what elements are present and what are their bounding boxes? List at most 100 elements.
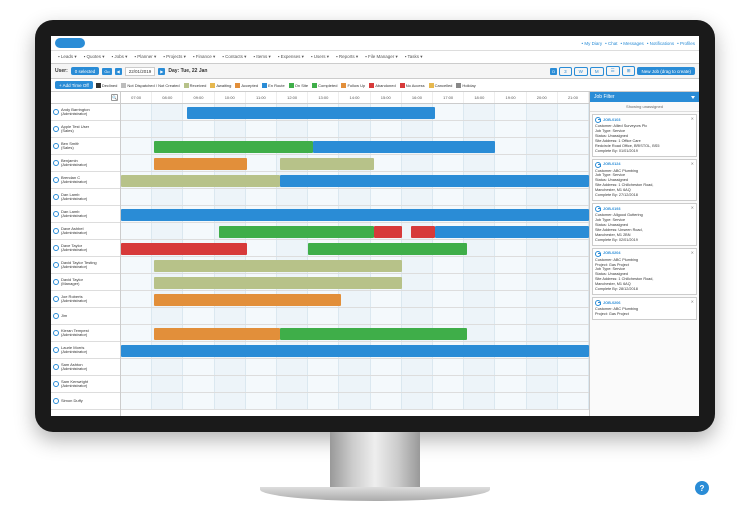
job-card[interactable]: ✕JOB-0103Customer: Allied Surveyors PlcJ… (592, 114, 697, 157)
user-row[interactable]: Laurie Morris(Administrator) (51, 342, 120, 359)
mainnav-item[interactable]: ▪ Projects ▾ (160, 53, 189, 61)
search-icon[interactable]: 🔍 (111, 94, 118, 101)
schedule-bar[interactable] (121, 345, 589, 357)
user-row[interactable]: Sam Kenwright(Administrator) (51, 376, 120, 393)
mainnav-item[interactable]: ▪ Expenses ▾ (275, 53, 307, 61)
user-row[interactable]: Ben Smith(Sales) (51, 138, 120, 155)
user-row[interactable]: Sam Ashton(Administrator) (51, 359, 120, 376)
user-row[interactable]: Dave Ashbel(Administrator) (51, 223, 120, 240)
topnav-link[interactable]: • Notifications (647, 41, 674, 46)
close-icon[interactable]: ✕ (691, 161, 694, 166)
filter-icon[interactable] (691, 96, 695, 99)
close-icon[interactable]: ✕ (691, 205, 694, 210)
grid-row[interactable] (121, 138, 589, 155)
grid-row[interactable] (121, 376, 589, 393)
user-row[interactable]: Benjamin(Administrator) (51, 155, 120, 172)
new-job-button[interactable]: New Job (drag to create) (637, 67, 695, 75)
topnav-link[interactable]: • Chat (605, 41, 617, 46)
mainnav-item[interactable]: ▪ Users ▾ (308, 53, 332, 61)
schedule-bar[interactable] (374, 226, 402, 238)
schedule-bar[interactable] (435, 226, 589, 238)
topnav-link[interactable]: • Profiles (677, 41, 695, 46)
user-row[interactable]: Simon Duffy (51, 393, 120, 410)
topnav-link[interactable]: • Messages (620, 41, 643, 46)
grid-row[interactable] (121, 240, 589, 257)
user-row[interactable]: Dan Lamb(Administrator) (51, 206, 120, 223)
view-day-button[interactable]: D (550, 68, 557, 75)
schedule-bar[interactable] (313, 141, 496, 153)
mainnav-item[interactable]: ▪ Leads ▾ (55, 53, 80, 61)
view-3day-button[interactable]: 3 (559, 67, 572, 76)
grid-row[interactable] (121, 342, 589, 359)
topnav-link[interactable]: • My Diary (582, 41, 603, 46)
grid-row[interactable] (121, 291, 589, 308)
mainnav-item[interactable]: ▪ Planner ▾ (131, 53, 159, 61)
grid-row[interactable] (121, 325, 589, 342)
schedule-bar[interactable] (187, 107, 435, 119)
schedule-bar[interactable] (121, 209, 589, 221)
grid-row[interactable] (121, 274, 589, 291)
timeline[interactable]: 07:0008:0009:0010:0011:0012:0013:0014:00… (121, 92, 589, 416)
schedule-bar[interactable] (154, 277, 402, 289)
job-card[interactable]: ✕JOB-0206Customer: ABC PlumbingProject: … (592, 297, 697, 320)
mainnav-item[interactable]: ▪ File Manager ▾ (362, 53, 401, 61)
user-row[interactable]: Dan Lamb(Administrator) (51, 189, 120, 206)
user-select-button[interactable]: 0 selected (71, 67, 100, 75)
add-time-off-button[interactable]: + Add Time Off (55, 81, 93, 89)
schedule-bar[interactable] (154, 141, 313, 153)
grid-row[interactable] (121, 393, 589, 410)
user-row[interactable]: Jim (51, 308, 120, 325)
job-card[interactable]: ✕JOB-0124Customer: ABC PlumbingJob Type:… (592, 159, 697, 202)
grid-row[interactable] (121, 172, 589, 189)
user-row[interactable]: Joe Roberts(Administrator) (51, 291, 120, 308)
mainnav-item[interactable]: ▪ Tasks ▾ (402, 53, 426, 61)
user-row[interactable]: Apple Test User(Sales) (51, 121, 120, 138)
close-icon[interactable]: ✕ (691, 116, 694, 121)
job-card[interactable]: ✕JOB-0204Customer: ABC PlumbingProject: … (592, 248, 697, 295)
schedule-bar[interactable] (154, 328, 280, 340)
grid-row[interactable] (121, 223, 589, 240)
schedule-bar[interactable] (219, 226, 373, 238)
schedule-bar[interactable] (308, 243, 467, 255)
user-row[interactable]: Kieran Tempest(Administrator) (51, 325, 120, 342)
mainnav-item[interactable]: ▪ Finance ▾ (190, 53, 218, 61)
close-icon[interactable]: ✕ (691, 299, 694, 304)
grid-row[interactable] (121, 189, 589, 206)
grid-row[interactable] (121, 308, 589, 325)
mainnav-item[interactable]: ▪ Contacts ▾ (219, 53, 249, 61)
close-icon[interactable]: ✕ (691, 250, 694, 255)
grid-row[interactable] (121, 121, 589, 138)
user-row[interactable]: Brendan C(Administrator) (51, 172, 120, 189)
date-input[interactable]: 22/01/2019 (125, 67, 156, 76)
job-card[interactable]: ✕JOB-0193Customer: Allgood GutteringJob … (592, 203, 697, 246)
prev-day-button[interactable]: ◀ (115, 68, 122, 75)
next-day-button[interactable]: ▶ (158, 68, 165, 75)
sidebar-header[interactable]: Job Filter (590, 92, 699, 102)
user-row[interactable]: Dave Taylor(Administrator) (51, 240, 120, 257)
grid-row[interactable] (121, 257, 589, 274)
go-button[interactable]: Go (102, 68, 111, 75)
user-row[interactable]: David Taylor Testing(Administrator) (51, 257, 120, 274)
schedule-bar[interactable] (280, 158, 374, 170)
toggle-1-button[interactable]: ☰ (606, 66, 620, 76)
schedule-bar[interactable] (121, 243, 247, 255)
view-month-button[interactable]: M (590, 67, 604, 76)
schedule-bar[interactable] (154, 158, 248, 170)
toggle-2-button[interactable]: ⊞ (622, 66, 636, 76)
view-week-button[interactable]: W (574, 67, 588, 76)
grid-row[interactable] (121, 155, 589, 172)
mainnav-item[interactable]: ▪ Quotes ▾ (81, 53, 108, 61)
user-row[interactable]: David Taylor(Manager) (51, 274, 120, 291)
schedule-bar[interactable] (154, 294, 341, 306)
grid-row[interactable] (121, 359, 589, 376)
schedule-bar[interactable] (280, 175, 589, 187)
schedule-bar[interactable] (280, 328, 467, 340)
mainnav-item[interactable]: ▪ Reports ▾ (333, 53, 361, 61)
schedule-bar[interactable] (411, 226, 434, 238)
user-row[interactable]: Andy Barrington(Administrator) (51, 104, 120, 121)
schedule-bar[interactable] (121, 175, 280, 187)
mainnav-item[interactable]: ▪ Items ▾ (250, 53, 273, 61)
schedule-bar[interactable] (154, 260, 402, 272)
grid-row[interactable] (121, 104, 589, 121)
mainnav-item[interactable]: ▪ Jobs ▾ (109, 53, 131, 61)
